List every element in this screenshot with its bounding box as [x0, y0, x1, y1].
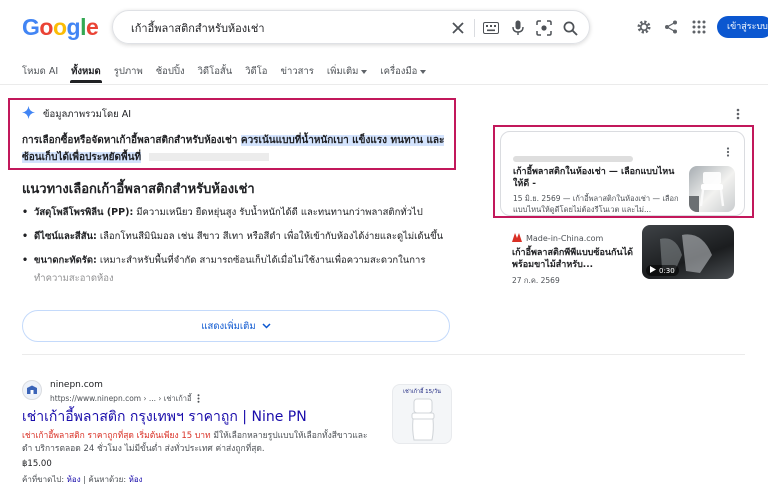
- tab-caret-icon: [361, 66, 368, 77]
- ai-bullet-text: มีความเหนียว ยืดหยุ่นสูง รับน้ำหนักได้ดี…: [133, 207, 423, 218]
- sign-in-button[interactable]: เข้าสู่ระบบ: [717, 16, 768, 38]
- ai-overview-more-icon[interactable]: [730, 106, 746, 122]
- ai-sparkle-icon: [22, 106, 35, 122]
- result-title-link[interactable]: เช่าเก้าอี้พลาสติก กรุงเทพฯ ราคาถูก | Ni…: [22, 406, 307, 428]
- show-more-button[interactable]: แสดงเพิ่มเติม: [22, 310, 450, 342]
- google-logo[interactable]: Google: [22, 14, 99, 41]
- tab-label: ทั้งหมด: [71, 66, 101, 77]
- logo-letter: e: [85, 14, 99, 40]
- logo-letter: g: [66, 14, 81, 40]
- clear-icon[interactable]: [449, 19, 467, 37]
- tab-label: วิดีโอสั้น: [197, 66, 233, 77]
- header-divider: [0, 84, 768, 85]
- tab-label: วิดีโอ: [245, 66, 268, 77]
- lens-icon[interactable]: [535, 19, 553, 37]
- tab-item[interactable]: ทั้งหมด: [71, 64, 101, 79]
- search-icon[interactable]: [561, 19, 579, 37]
- ai-overview-title: ข้อมูลภาพรวมโดย AI: [43, 108, 132, 120]
- video-thumbnail[interactable]: 0:30: [642, 225, 734, 279]
- meta-mid: | ค้นหาด้วย:: [80, 475, 129, 484]
- chevron-down-icon: [262, 321, 271, 332]
- tab-caret-icon: [420, 66, 427, 77]
- video-duration-badge: 0:30: [646, 265, 679, 276]
- search-tabs: โหมด AI ทั้งหมด รูปภาพ ช้อปปิ้ง วิดีโอสั้น วิ…: [22, 64, 439, 79]
- ai-bullet-item: ดีไซน์และสีสัน: เลือกโทนสีมินิมอล เช่น ส…: [22, 228, 452, 246]
- logo-letter: o: [39, 14, 53, 40]
- search-divider: [474, 19, 475, 37]
- tab-item[interactable]: วิดีโอสั้น: [198, 64, 233, 79]
- ai-overview-header: ข้อมูลภาพรวมโดย AI: [22, 106, 131, 122]
- ai-overview-fade: [0, 262, 470, 302]
- card-title[interactable]: เก้าอี้พลาสติกพีพีแบบซ้อนกันได้พร้อมขาไม…: [512, 247, 640, 271]
- keyboard-icon[interactable]: [482, 19, 500, 37]
- apps-grid-icon[interactable]: [689, 17, 709, 37]
- tab-item[interactable]: เพิ่มเติม: [326, 64, 368, 79]
- card-source-name: Made-in-China.com: [526, 234, 604, 243]
- card-source: Made-in-China.com: [512, 233, 603, 244]
- tab-label: ช้อปปิ้ง: [155, 66, 185, 77]
- tab-label: เพิ่มเติม: [326, 66, 359, 77]
- tab-item[interactable]: ช้อปปิ้ง: [156, 64, 185, 79]
- tab-item[interactable]: โหมด AI: [22, 64, 58, 79]
- logo-letter: G: [22, 14, 40, 40]
- tab-label: เครื่องมือ: [380, 66, 418, 77]
- ai-bullet-term: ดีไซน์และสีสัน:: [34, 231, 97, 242]
- thumbnail-caption: เช่าเก้าอี้ 15/วัน: [403, 389, 441, 395]
- result-more-icon[interactable]: [197, 393, 200, 405]
- redacted-link-placeholder: [148, 153, 269, 161]
- ai-bullet-item: วัสดุโพลีโพรพิลีน (PP): มีความเหนียว ยืด…: [22, 204, 452, 222]
- tab-label: โหมด AI: [22, 66, 59, 77]
- ai-section-heading: แนวทางเลือกเก้าอี้พลาสติกสำหรับห้องเช่า: [22, 182, 255, 197]
- result-snippet: เช่าเก้าอี้พลาสติก ราคาถูกที่สุด เริ่มต้…: [22, 430, 374, 456]
- site-url-text: https://www.ninepn.com › ... › เช่าเก้าอ…: [50, 394, 192, 403]
- microphone-icon[interactable]: [509, 19, 527, 37]
- play-icon: [650, 266, 656, 275]
- search-box[interactable]: [112, 10, 590, 44]
- result-price: ฿15.00: [22, 459, 52, 469]
- active-tab-indicator: [70, 80, 102, 83]
- white-chair-icon: [411, 398, 435, 441]
- logo-letter: o: [52, 14, 67, 40]
- share-icon[interactable]: [661, 17, 681, 37]
- site-url[interactable]: https://www.ninepn.com › ... › เช่าเก้าอ…: [50, 393, 200, 405]
- tab-item[interactable]: เครื่องมือ: [380, 64, 427, 79]
- ai-bullet-term: วัสดุโพลีโพรพิลีน (PP):: [34, 207, 134, 218]
- settings-gear-icon[interactable]: [634, 17, 654, 37]
- search-input[interactable]: [131, 20, 431, 36]
- card-highlight-box: [493, 125, 754, 218]
- ai-overview-summary: การเลือกซื้อหรือจัดหาเก้าอี้พลาสติกสำหรั…: [22, 132, 450, 166]
- meta-missing-link[interactable]: ห้อง: [67, 475, 81, 484]
- video-duration: 0:30: [659, 266, 675, 275]
- site-favicon[interactable]: [22, 380, 42, 400]
- ai-summary-plain: การเลือกซื้อหรือจัดหาเก้าอี้พลาสติกสำหรั…: [22, 135, 241, 146]
- tab-item[interactable]: รูปภาพ: [114, 64, 143, 79]
- tab-item[interactable]: ข่าวสาร: [281, 64, 314, 79]
- tab-label: รูปภาพ: [113, 66, 143, 77]
- section-separator: [22, 354, 745, 355]
- site-name[interactable]: ninepn.com: [50, 380, 103, 390]
- made-in-china-icon: [512, 233, 522, 244]
- card-date: 27 ก.ค. 2569: [512, 276, 560, 285]
- result-snippet-highlight: เช่าเก้าอี้พลาสติก ราคาถูกที่สุด เริ่มต้…: [22, 431, 211, 441]
- result-meta: ค้าที่ขาดไป: ห้อง | ค้นหาด้วย: ห้อง: [22, 473, 143, 486]
- meta-search-link[interactable]: ห้อง: [129, 475, 143, 484]
- result-thumbnail[interactable]: เช่าเก้าอี้ 15/วัน: [392, 384, 452, 444]
- meta-prefix: ค้าที่ขาดไป:: [22, 475, 67, 484]
- tab-label: ข่าวสาร: [280, 66, 314, 77]
- video-card[interactable]: Made-in-China.com เก้าอี้พลาสติกพีพีแบบซ…: [500, 223, 745, 301]
- show-more-label: แสดงเพิ่มเติม: [201, 320, 256, 332]
- ai-bullet-text: เลือกโทนสีมินิมอล เช่น สีขาว สีเทา หรือส…: [96, 231, 444, 242]
- tab-item[interactable]: วิดีโอ: [245, 64, 267, 79]
